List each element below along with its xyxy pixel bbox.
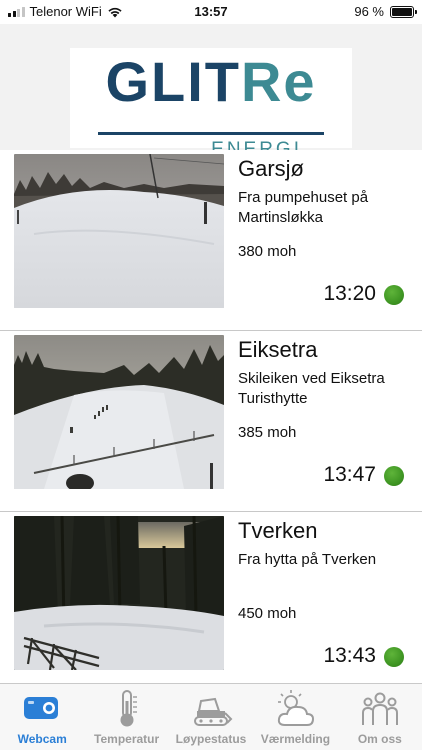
webcam-card[interactable]: Garsjø Fra pumpehuset på Martinsløkka 38… [0,150,422,331]
webcam-description: Skileiken ved Eiksetra Turisthytte [238,370,385,407]
company-logo: GLITRe ENERGI [70,48,352,159]
webcam-card[interactable]: Eiksetra Skileiken ved Eiksetra Turisthy… [0,331,422,512]
webcam-name: Garsjø [238,156,304,181]
tab-webcam[interactable]: Webcam [0,684,84,750]
webcam-altitude: 380 moh [238,243,297,260]
online-status-indicator [384,285,404,305]
logo-text-main: GLIT [105,50,241,113]
status-bar-right: 96 % [354,4,417,19]
webcam-icon [24,697,59,719]
tab-temperatur[interactable]: Temperatur [84,684,168,750]
logo-underline [98,132,324,135]
tab-loypestatus[interactable]: Løypestatus [169,684,253,750]
webcam-timestamp: 13:20 [323,282,376,305]
webcam-altitude: 450 moh [238,605,297,622]
tab-bar: Webcam Temperatur Løypestatus Værmelding… [0,683,422,750]
tab-vaermelding[interactable]: Værmelding [253,684,337,750]
webcam-name: Eiksetra [238,337,318,362]
webcam-description: Fra pumpehuset på Martinsløkka [238,189,369,226]
webcam-list: Garsjø Fra pumpehuset på Martinsløkka 38… [0,150,422,693]
webcam-thumbnail[interactable] [14,335,224,489]
tab-om-oss[interactable]: Om oss [338,684,422,750]
tab-label: Temperatur [94,732,160,746]
online-status-indicator [384,647,404,667]
logo-text-accent: Re [240,50,317,113]
thermometer-icon [120,690,137,727]
tab-label: Webcam [17,732,67,746]
webcam-timestamp: 13:43 [323,644,376,667]
weather-icon [278,690,315,726]
webcam-altitude: 385 moh [238,424,297,441]
tab-label: Løypestatus [175,732,247,746]
webcam-description: Fra hytta på Tverken [238,551,377,568]
tab-label: Om oss [357,732,402,746]
people-icon [361,692,398,725]
status-bar: Telenor WiFi 13:57 96 % [0,0,422,24]
battery-icon [390,5,417,18]
tab-label: Værmelding [260,732,331,746]
webcam-name: Tverken [238,518,318,543]
webcam-thumbnail[interactable] [14,154,224,308]
online-status-indicator [384,466,404,486]
app-header: GLITRe ENERGI [0,24,422,159]
snowcat-icon [194,697,233,726]
webcam-timestamp: 13:47 [323,463,376,486]
battery-percentage: 96 % [354,4,384,19]
webcam-thumbnail[interactable] [14,516,224,670]
webcam-card[interactable]: Tverken Fra hytta på Tverken 450 moh 13:… [0,512,422,693]
